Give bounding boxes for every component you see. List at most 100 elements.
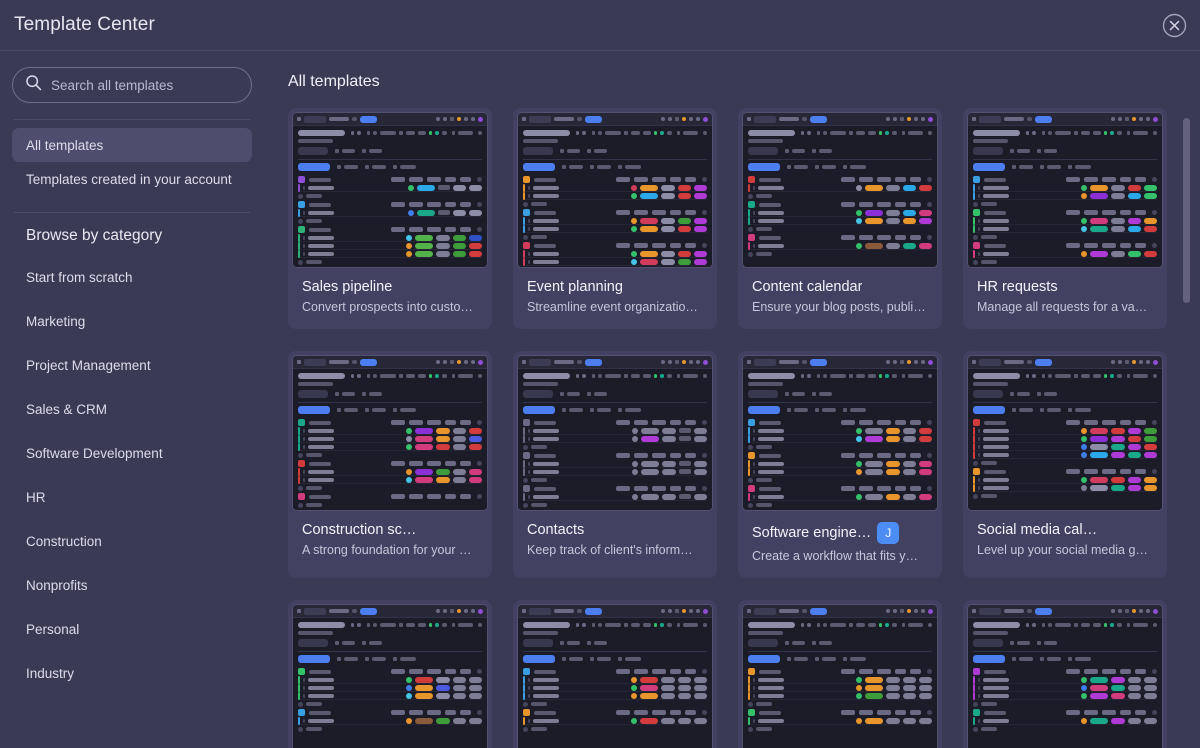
template-card-body: Content calendar Ensure your blog posts,… — [738, 268, 942, 329]
mock-group-header — [298, 708, 482, 717]
mock-task-row — [973, 442, 1157, 451]
template-preview-thumbnail[interactable] — [292, 604, 488, 748]
sidebar-item-label: Start from scratch — [26, 269, 133, 285]
template-card[interactable] — [738, 600, 942, 748]
mock-task-row — [973, 183, 1157, 192]
template-card[interactable] — [963, 600, 1167, 748]
template-card-title: Content calendar — [752, 279, 863, 295]
sidebar-item-sales-crm[interactable]: Sales & CRM — [12, 387, 252, 431]
sidebar-item-marketing[interactable]: Marketing — [12, 299, 252, 343]
template-card[interactable]: Social media cal… Level up your social m… — [963, 351, 1167, 578]
template-card[interactable] — [513, 600, 717, 748]
template-card-description: A strong foundation for your … — [302, 543, 472, 557]
template-preview-thumbnail[interactable] — [967, 604, 1163, 748]
mock-task-row — [523, 183, 707, 192]
sidebar-item-software-development[interactable]: Software Development — [12, 431, 252, 475]
mock-task-row — [973, 675, 1157, 684]
template-card-description: Manage all requests for a va… — [977, 300, 1148, 314]
mock-group-header — [973, 667, 1157, 676]
template-card[interactable]: Event planning Streamline event organiza… — [513, 108, 717, 329]
sidebar-item-project-management[interactable]: Project Management — [12, 343, 252, 387]
sidebar-item-my-templates[interactable]: Templates created in your account — [12, 162, 252, 196]
mock-task-row — [973, 450, 1157, 459]
mock-task-row — [298, 475, 482, 484]
template-preview-thumbnail[interactable] — [742, 604, 938, 748]
mock-task-row — [298, 183, 482, 192]
template-card-title: Event planning — [527, 279, 623, 295]
sidebar-item-personal[interactable]: Personal — [12, 607, 252, 651]
sidebar-item-hr[interactable]: HR — [12, 475, 252, 519]
template-card[interactable]: Construction sc… A strong foundation for… — [288, 351, 492, 578]
page-title: Template Center — [14, 14, 155, 35]
search-box[interactable] — [12, 67, 252, 103]
mock-group-header — [748, 418, 932, 427]
sidebar-item-construction[interactable]: Construction — [12, 519, 252, 563]
template-preview-thumbnail[interactable] — [967, 112, 1163, 268]
sidebar-item-label: Nonprofits — [26, 577, 88, 593]
mock-task-row — [523, 691, 707, 700]
mock-task-row — [298, 691, 482, 700]
mock-group-header — [973, 708, 1157, 717]
template-card[interactable]: Software engine… J Create a workflow tha… — [738, 351, 942, 578]
mock-task-row — [298, 434, 482, 443]
close-icon[interactable] — [1162, 13, 1187, 38]
mock-group-header — [523, 484, 707, 493]
template-card[interactable]: Contacts Keep track of client's inform… — [513, 351, 717, 578]
browse-by-category-heading: Browse by category — [26, 227, 163, 244]
mock-task-row — [973, 249, 1157, 258]
sidebar-divider-mid — [14, 212, 250, 213]
mock-task-row — [748, 683, 932, 692]
sidebar-item-label: HR — [26, 489, 46, 505]
sidebar-item-industry[interactable]: Industry — [12, 651, 252, 695]
sidebar-item-start-from-scratch[interactable]: Start from scratch — [12, 255, 252, 299]
mock-window-chrome — [968, 605, 1162, 618]
mock-group-header — [748, 667, 932, 676]
mock-group-header — [748, 708, 932, 717]
mock-group-header — [973, 418, 1157, 427]
mock-group-header — [523, 667, 707, 676]
template-card-title: Construction sc… — [302, 522, 417, 538]
section-heading: All templates — [288, 73, 380, 90]
scrollbar-thumb[interactable] — [1183, 118, 1190, 303]
mock-window-chrome — [743, 356, 937, 369]
template-card-body: Contacts Keep track of client's inform… — [513, 511, 717, 572]
mock-task-row — [748, 492, 932, 501]
search-input[interactable] — [51, 77, 239, 93]
template-card-description: Streamline event organizatio… — [527, 300, 698, 314]
mock-task-row — [748, 183, 932, 192]
template-card[interactable]: HR requests Manage all requests for a va… — [963, 108, 1167, 329]
template-card[interactable]: Sales pipeline Convert prospects into cu… — [288, 108, 492, 329]
mock-task-row — [748, 241, 932, 250]
mock-window-chrome — [743, 605, 937, 618]
template-preview-thumbnail[interactable] — [742, 112, 938, 268]
sidebar-item-all-templates[interactable]: All templates — [12, 128, 252, 162]
template-card[interactable]: Content calendar Ensure your blog posts,… — [738, 108, 942, 329]
mock-group-header — [523, 708, 707, 717]
template-preview-thumbnail[interactable] — [517, 604, 713, 748]
template-preview-thumbnail[interactable] — [517, 355, 713, 511]
template-preview-thumbnail[interactable] — [967, 355, 1163, 511]
mock-task-row — [523, 459, 707, 468]
template-preview-thumbnail[interactable] — [742, 355, 938, 511]
mock-task-row — [748, 208, 932, 217]
mock-task-row — [298, 233, 482, 242]
mock-task-row — [298, 683, 482, 692]
template-card-body: Sales pipeline Convert prospects into cu… — [288, 268, 492, 329]
sidebar-item-nonprofits[interactable]: Nonprofits — [12, 563, 252, 607]
mock-group-header — [298, 200, 482, 209]
template-preview-thumbnail[interactable] — [292, 112, 488, 268]
template-card-title: Contacts — [527, 522, 585, 538]
mock-group-header — [298, 175, 482, 184]
sidebar-item-label: Construction — [26, 533, 102, 549]
template-card-body: Social media cal… Level up your social m… — [963, 511, 1167, 572]
mock-group-header — [748, 175, 932, 184]
mock-task-row — [523, 716, 707, 725]
template-card[interactable] — [288, 600, 492, 748]
template-card-description: Ensure your blog posts, publi… — [752, 300, 926, 314]
template-preview-thumbnail[interactable] — [517, 112, 713, 268]
mock-task-row — [523, 249, 707, 258]
template-card-body: Construction sc… A strong foundation for… — [288, 511, 492, 572]
mock-task-row — [523, 492, 707, 501]
scrollbar-track[interactable] — [1183, 118, 1190, 698]
template-preview-thumbnail[interactable] — [292, 355, 488, 511]
